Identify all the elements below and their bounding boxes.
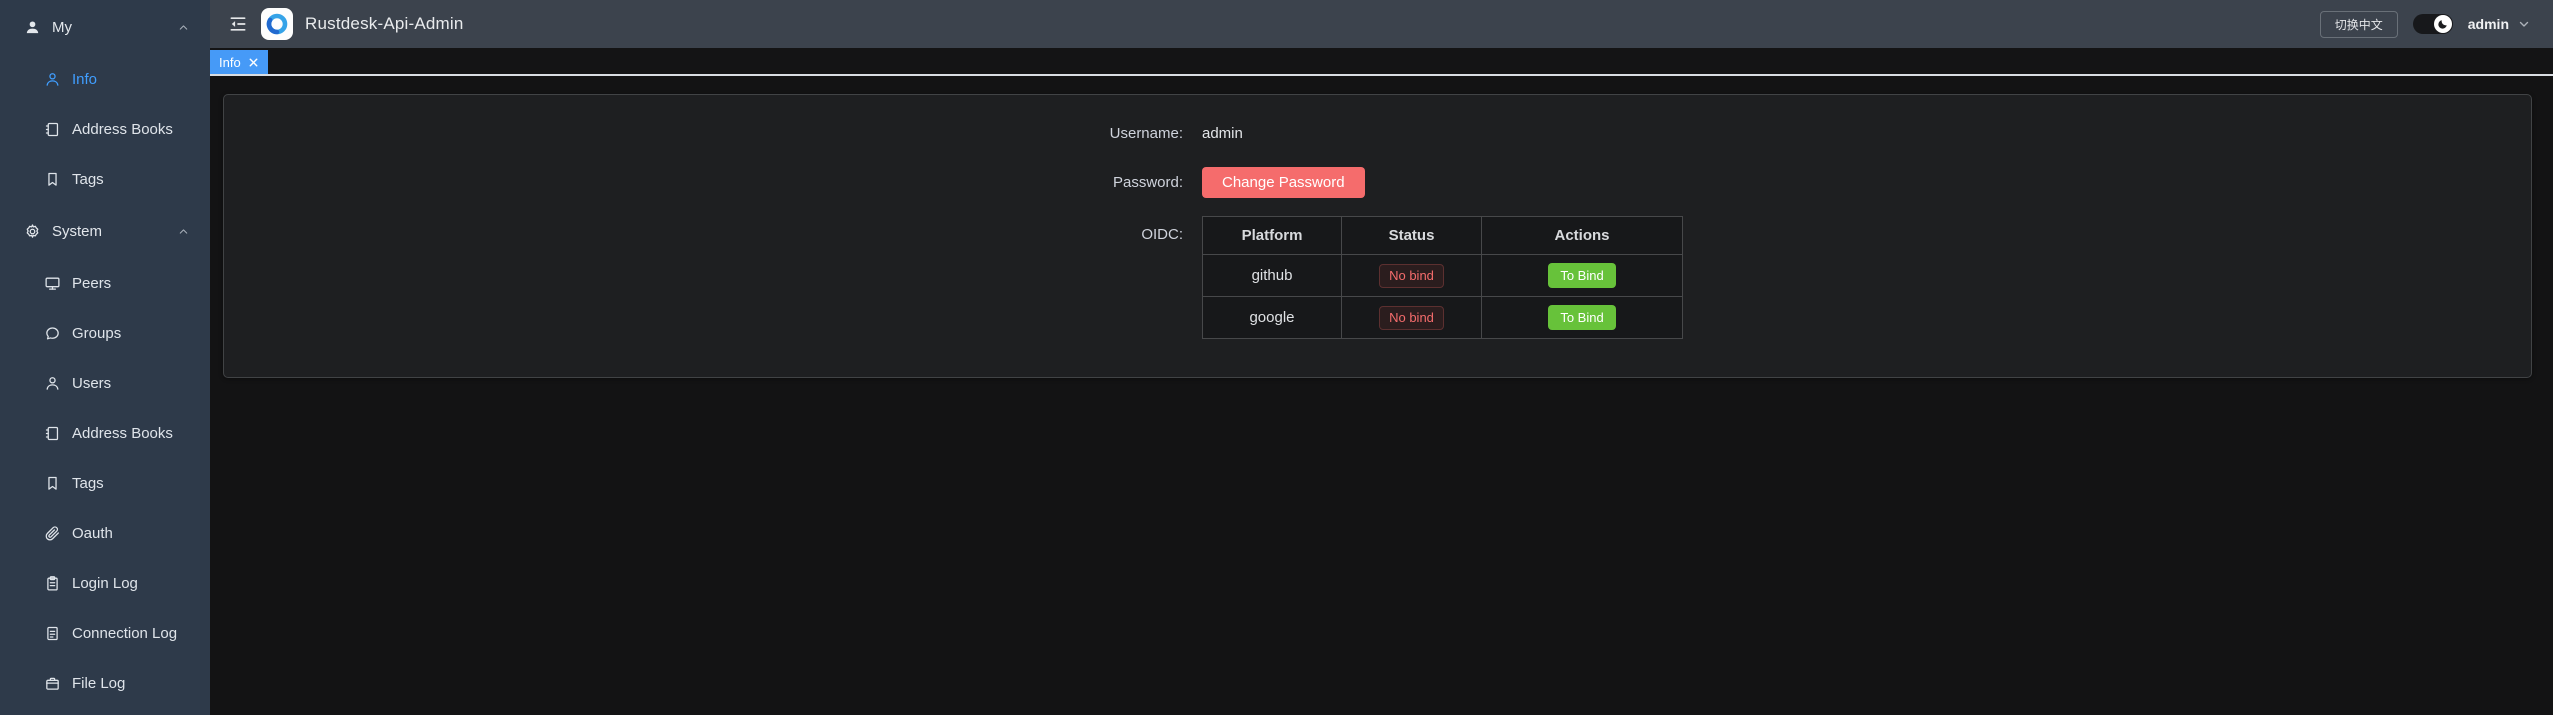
sidebar-item-address-books-my[interactable]: Address Books (0, 104, 210, 154)
status-badge: No bind (1379, 306, 1444, 330)
page-title: Rustdesk-Api-Admin (305, 14, 464, 34)
menu-fold-icon[interactable] (228, 14, 248, 34)
toggle-knob (2434, 15, 2452, 33)
table-header-row: Platform Status Actions (1203, 217, 1683, 255)
clipboard-icon (44, 575, 61, 592)
bookmark-icon (44, 171, 61, 188)
column-header-actions: Actions (1482, 217, 1683, 255)
sidebar-item-users[interactable]: Users (0, 358, 210, 408)
user-menu[interactable]: admin (2468, 16, 2531, 32)
sidebar-item-label: Address Books (72, 121, 173, 138)
password-label: Password: (224, 168, 1202, 198)
sidebar-item-label: File Log (72, 675, 125, 692)
sidebar-item-address-books-system[interactable]: Address Books (0, 408, 210, 458)
sidebar-item-label: Tags (72, 475, 104, 492)
chevron-up-icon (177, 21, 190, 34)
rustdesk-logo-icon (265, 12, 289, 36)
header-actions: 切换中文 admin (2320, 11, 2531, 38)
info-card: Username: admin Password: Change Passwor… (223, 94, 2532, 378)
moon-icon (2437, 18, 2449, 30)
gear-icon (24, 223, 41, 240)
actions-cell: To Bind (1482, 297, 1683, 339)
sidebar-group-label: System (52, 223, 102, 240)
oidc-table: Platform Status Actions github No bind (1202, 216, 1683, 339)
monitor-icon (44, 275, 61, 292)
sidebar-item-connection-log[interactable]: Connection Log (0, 608, 210, 658)
username-value: admin (1202, 119, 1243, 149)
tab-label: Info (219, 55, 241, 70)
dark-mode-toggle[interactable] (2413, 14, 2453, 34)
sidebar-item-login-log[interactable]: Login Log (0, 558, 210, 608)
chevron-down-icon (2517, 17, 2531, 31)
password-row: Password: Change Password (224, 167, 2531, 198)
close-icon[interactable] (248, 57, 259, 68)
paperclip-icon (44, 525, 61, 542)
status-cell: No bind (1342, 255, 1482, 297)
app-root: My Info Address Books Tags (0, 0, 2553, 715)
document-icon (44, 625, 61, 642)
sidebar-item-peers[interactable]: Peers (0, 258, 210, 308)
sidebar-item-label: Peers (72, 275, 111, 292)
sidebar-item-tags-my[interactable]: Tags (0, 154, 210, 204)
table-row-google: google No bind To Bind (1203, 297, 1683, 339)
user-icon (44, 375, 61, 392)
sidebar-item-label: Address Books (72, 425, 173, 442)
user-name: admin (2468, 16, 2509, 32)
sidebar-item-label: Login Log (72, 575, 138, 592)
chat-icon (44, 325, 61, 342)
app-logo (261, 8, 293, 40)
sidebar-item-label: Groups (72, 325, 121, 342)
actions-cell: To Bind (1482, 255, 1683, 297)
table-row-github: github No bind To Bind (1203, 255, 1683, 297)
username-row: Username: admin (224, 119, 2531, 149)
sidebar: My Info Address Books Tags (0, 0, 210, 715)
oidc-label: OIDC: (224, 216, 1202, 254)
top-header: Rustdesk-Api-Admin 切换中文 admin (210, 0, 2553, 48)
language-switch-button[interactable]: 切换中文 (2320, 11, 2398, 38)
to-bind-button-github[interactable]: To Bind (1548, 263, 1615, 288)
status-cell: No bind (1342, 297, 1482, 339)
notebook-icon (44, 425, 61, 442)
sidebar-item-label: Tags (72, 171, 104, 188)
sidebar-item-label: Users (72, 375, 111, 392)
column-header-status: Status (1342, 217, 1482, 255)
user-icon (44, 71, 61, 88)
archive-icon (44, 675, 61, 692)
main-content: Username: admin Password: Change Passwor… (210, 78, 2553, 715)
sidebar-item-file-log[interactable]: File Log (0, 658, 210, 708)
column-header-platform: Platform (1203, 217, 1342, 255)
sidebar-group-my[interactable]: My (0, 0, 210, 54)
sidebar-item-label: Connection Log (72, 625, 177, 642)
notebook-icon (44, 121, 61, 138)
oidc-row: OIDC: Platform Status Actions (224, 216, 2531, 339)
status-badge: No bind (1379, 264, 1444, 288)
sidebar-group-label: My (52, 19, 72, 36)
to-bind-button-google[interactable]: To Bind (1548, 305, 1615, 330)
username-label: Username: (224, 119, 1202, 149)
sidebar-group-system[interactable]: System (0, 204, 210, 258)
sidebar-item-label: Info (72, 71, 97, 88)
sidebar-item-groups[interactable]: Groups (0, 308, 210, 358)
user-icon (24, 19, 41, 36)
bookmark-icon (44, 475, 61, 492)
sidebar-item-oauth[interactable]: Oauth (0, 508, 210, 558)
platform-cell: github (1203, 255, 1342, 297)
change-password-button[interactable]: Change Password (1202, 167, 1365, 198)
tab-info[interactable]: Info (210, 50, 268, 74)
tab-bar: Info (210, 48, 2553, 76)
info-form: Username: admin Password: Change Passwor… (224, 95, 2531, 339)
platform-cell: google (1203, 297, 1342, 339)
sidebar-item-tags-system[interactable]: Tags (0, 458, 210, 508)
sidebar-item-label: Oauth (72, 525, 113, 542)
chevron-up-icon (177, 225, 190, 238)
sidebar-item-info[interactable]: Info (0, 54, 210, 104)
